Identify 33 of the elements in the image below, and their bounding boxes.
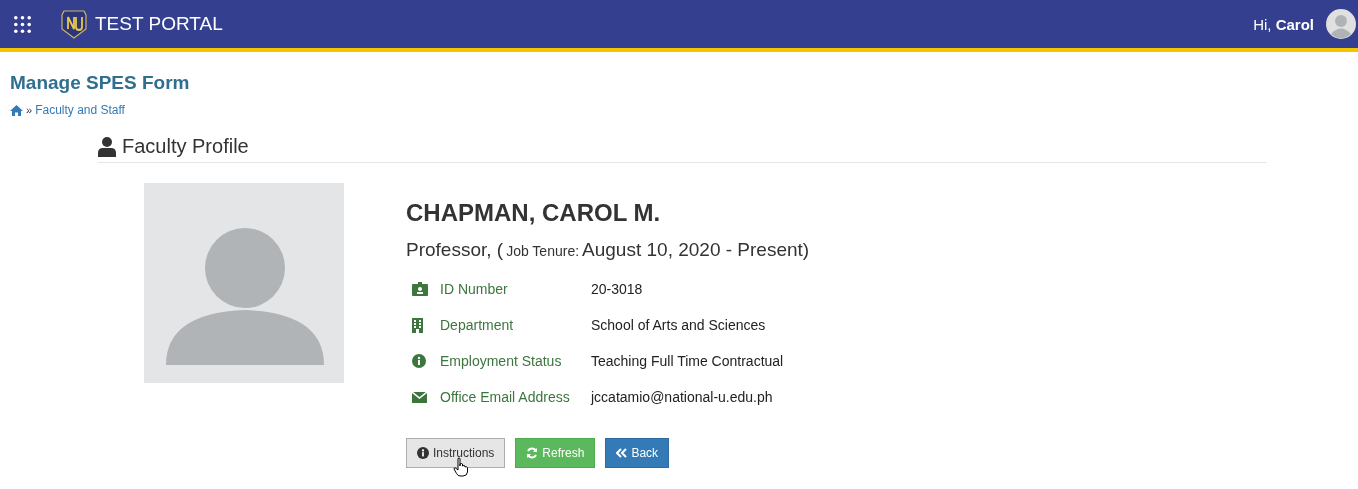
info-icon: [417, 447, 429, 459]
detail-value: 20-3018: [591, 281, 643, 297]
faculty-name: CHAPMAN, CAROL M.: [406, 199, 662, 227]
tenure-label: Job Tenure:: [506, 243, 580, 259]
detail-label: Employment Status: [440, 353, 563, 369]
back-button[interactable]: Back: [605, 438, 670, 468]
home-icon[interactable]: [10, 104, 23, 116]
id-badge-icon: [412, 282, 428, 296]
breadcrumb-link[interactable]: Faculty and Staff: [35, 103, 125, 117]
hand-cursor-icon: [453, 457, 469, 477]
detail-label: ID Number: [440, 281, 509, 297]
detail-value: Teaching Full Time Contractual: [591, 353, 784, 369]
page-title: Manage SPES Form: [10, 72, 191, 94]
breadcrumb-separator: »: [26, 104, 33, 116]
building-icon: [412, 317, 423, 333]
double-chevron-left-icon: [616, 448, 628, 458]
section-title: Faculty Profile: [122, 135, 249, 158]
shield-logo-icon: [61, 9, 87, 39]
apps-grid-icon[interactable]: [14, 15, 31, 33]
position-tenure-text: August 10, 2020 - Present): [582, 239, 810, 261]
detail-label: Office Email Address: [440, 389, 571, 405]
detail-value: jccatamio@national-u.edu.ph: [591, 389, 773, 405]
avatar-icon[interactable]: [1326, 9, 1356, 39]
user-icon: [98, 136, 116, 157]
position-tenure-text: Professor, (: [406, 239, 504, 261]
detail-value: School of Arts and Sciences: [591, 317, 766, 333]
refresh-button[interactable]: Refresh: [515, 438, 596, 468]
greeting: Hi, Carol: [1253, 15, 1314, 33]
detail-label: Department: [440, 317, 515, 333]
info-icon: [412, 354, 426, 368]
envelope-icon: [412, 391, 427, 403]
portal-title: TEST PORTAL: [95, 13, 223, 35]
refresh-icon: [526, 447, 539, 459]
